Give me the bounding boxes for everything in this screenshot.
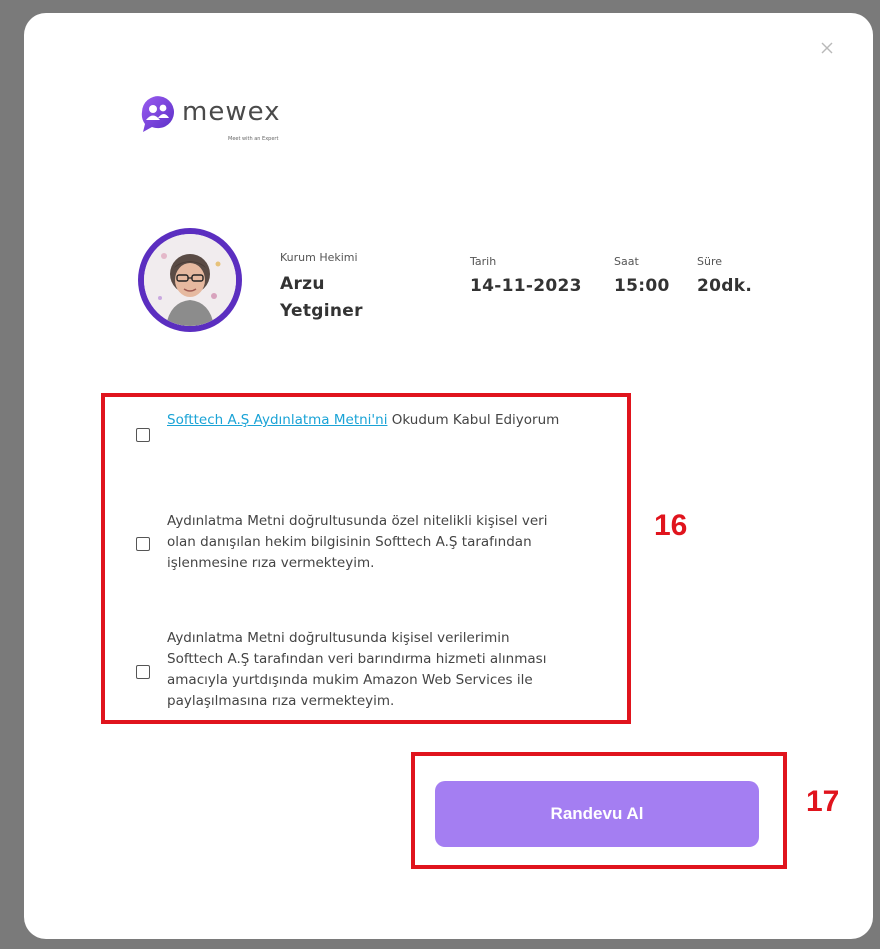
expert-first-name: Arzu: [280, 274, 325, 294]
date-value: 14-11-2023: [470, 276, 582, 296]
mewex-logo: mewex Meet with an Expert: [138, 94, 338, 154]
duration-label: Süre: [697, 255, 723, 268]
duration-value: 20dk.: [697, 276, 753, 296]
expert-role-label: Kurum Hekimi: [280, 251, 358, 264]
expert-last-name: Yetginer: [280, 301, 363, 321]
annotation-marker-17: 17: [806, 785, 840, 818]
time-value: 15:00: [614, 276, 670, 296]
consent-1-text: Softtech A.Ş Aydınlatma Metni'ni Okudum …: [167, 410, 587, 431]
consent-2-text: Aydınlatma Metni doğrultusunda özel nite…: [167, 513, 548, 571]
consent-3-text: Aydınlatma Metni doğrultusunda kişisel v…: [167, 630, 547, 709]
close-icon[interactable]: [816, 37, 838, 59]
aydinlatma-metni-link[interactable]: Softtech A.Ş Aydınlatma Metni'ni: [167, 412, 387, 428]
consent-1-suffix: Okudum Kabul Ediyorum: [387, 412, 560, 428]
consent-3-checkbox[interactable]: [136, 665, 150, 679]
consent-2-checkbox[interactable]: [136, 537, 150, 551]
annotation-marker-16: 16: [654, 509, 688, 542]
mewex-logo-icon: [141, 96, 174, 132]
date-label: Tarih: [470, 255, 497, 268]
time-label: Saat: [614, 255, 639, 268]
consent-1-checkbox[interactable]: [136, 428, 150, 442]
logo-wordmark: mewex: [182, 97, 281, 127]
expert-avatar: [138, 228, 242, 332]
expert-photo: [144, 234, 236, 326]
book-appointment-button[interactable]: Randevu Al: [435, 781, 759, 847]
logo-tagline: Meet with an Expert: [228, 136, 279, 142]
